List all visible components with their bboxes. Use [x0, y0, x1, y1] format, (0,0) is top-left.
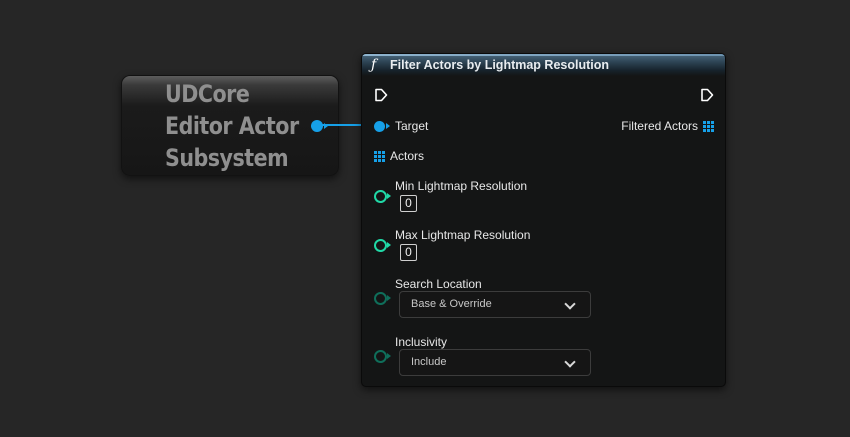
- search-location-pin-arrow-icon: [387, 295, 391, 301]
- function-node[interactable]: ƒ Filter Actors by Lightmap Resolution T…: [361, 53, 726, 387]
- subsystem-node-title: UDCore Editor Actor Subsystem: [165, 78, 299, 174]
- function-node-header[interactable]: ƒ Filter Actors by Lightmap Resolution: [362, 54, 725, 76]
- search-location-pin[interactable]: [374, 292, 387, 305]
- min-lightmap-pin[interactable]: [374, 190, 387, 203]
- min-lightmap-pin-arrow-icon: [387, 193, 391, 199]
- exec-in-pin[interactable]: [374, 88, 388, 102]
- inclusivity-pin[interactable]: [374, 350, 387, 363]
- subsystem-title-line: Editor Actor: [165, 112, 299, 140]
- filtered-actors-label: Filtered Actors: [621, 119, 698, 133]
- inclusivity-selected: Include: [411, 356, 447, 368]
- target-pin-arrow-icon: [386, 123, 390, 129]
- inclusivity-dropdown[interactable]: Include: [399, 349, 591, 376]
- target-pin[interactable]: [374, 121, 385, 132]
- max-lightmap-pin-arrow-icon: [387, 242, 391, 248]
- min-lightmap-input[interactable]: 0: [400, 195, 417, 212]
- target-label: Target: [395, 119, 429, 133]
- function-icon: ƒ: [371, 57, 377, 73]
- subsystem-output-pin[interactable]: [311, 120, 323, 132]
- subsystem-title-line: UDCore: [165, 80, 250, 108]
- subsystem-title-line: Subsystem: [165, 144, 289, 172]
- inclusivity-pin-arrow-icon: [387, 353, 391, 359]
- function-node-title: Filter Actors by Lightmap Resolution: [390, 58, 609, 72]
- chevron-down-icon: [564, 356, 576, 368]
- actors-array-pin-icon[interactable]: [374, 151, 385, 162]
- subsystem-node[interactable]: UDCore Editor Actor Subsystem: [121, 75, 339, 176]
- search-location-selected: Base & Override: [411, 298, 492, 310]
- max-lightmap-input[interactable]: 0: [400, 244, 417, 261]
- chevron-down-icon: [564, 298, 576, 310]
- search-location-label: Search Location: [395, 277, 482, 291]
- search-location-dropdown[interactable]: Base & Override: [399, 291, 591, 318]
- filtered-actors-array-pin-icon[interactable]: [703, 121, 714, 132]
- max-lightmap-label: Max Lightmap Resolution: [395, 228, 531, 242]
- inclusivity-label: Inclusivity: [395, 335, 448, 349]
- exec-out-pin[interactable]: [700, 88, 714, 102]
- min-lightmap-label: Min Lightmap Resolution: [395, 179, 528, 193]
- actors-label: Actors: [390, 149, 425, 163]
- max-lightmap-pin[interactable]: [374, 239, 387, 252]
- blueprint-graph-canvas[interactable]: UDCore Editor Actor Subsystem ƒ Filter A…: [0, 0, 850, 437]
